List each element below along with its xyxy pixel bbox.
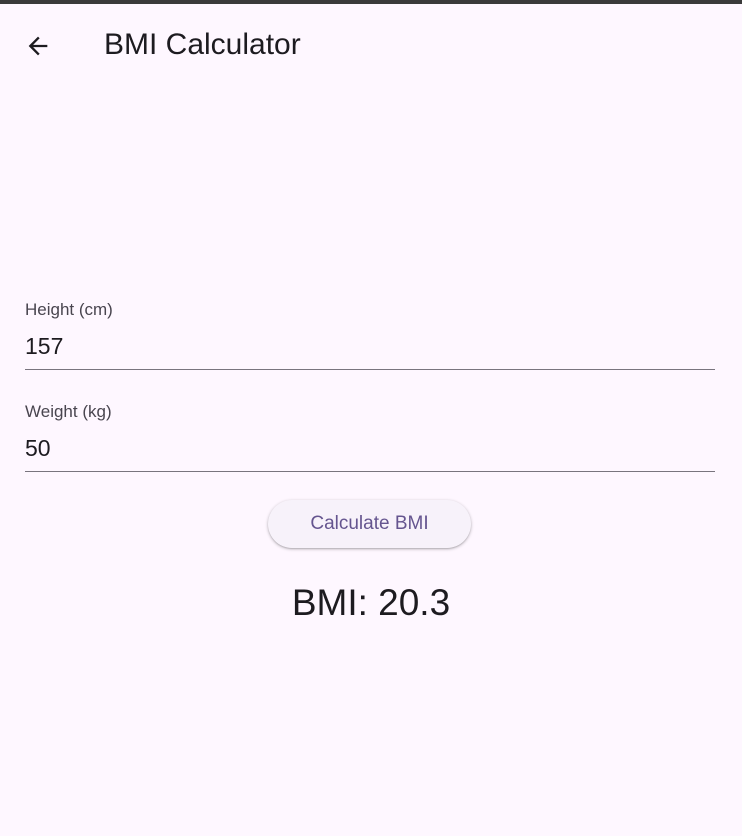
weight-field-underline <box>25 471 715 472</box>
weight-field-label: Weight (kg) <box>25 402 112 421</box>
bmi-result: BMI: 20.3 <box>291 582 451 623</box>
height-field[interactable]: Height (cm) <box>25 300 715 370</box>
arrow-back-icon <box>28 36 48 56</box>
page-title: BMI Calculator <box>104 28 301 61</box>
height-input[interactable] <box>25 332 715 360</box>
weight-input[interactable] <box>25 434 715 462</box>
calculate-bmi-button[interactable]: Calculate BMI <box>268 500 471 548</box>
weight-field[interactable]: Weight (kg) <box>25 402 715 472</box>
back-button[interactable] <box>14 22 62 70</box>
height-field-label: Height (cm) <box>25 300 113 319</box>
app-bar: BMI Calculator <box>0 4 742 88</box>
height-field-underline <box>25 369 715 370</box>
